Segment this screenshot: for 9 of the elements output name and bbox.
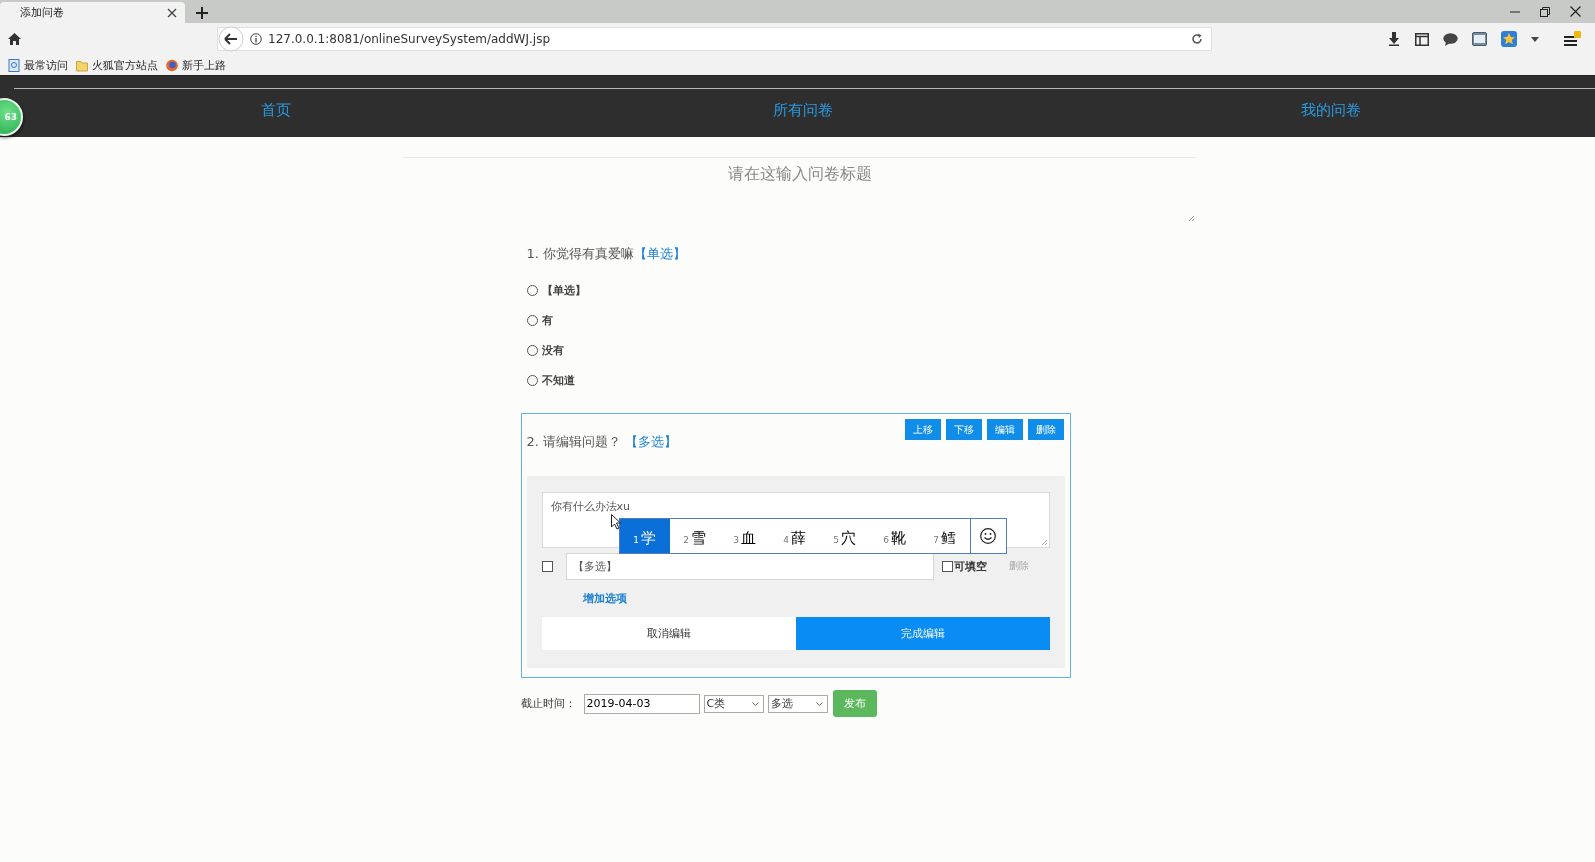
question-title: 1. 你觉得有真爱嘛【单选】 (526, 245, 688, 263)
question-title: 2. 请编辑问题？ 【多选】 (526, 433, 678, 451)
option-label: 没有 (541, 342, 564, 358)
option-label: 不知道 (541, 372, 575, 388)
deadline-label: 截止时间： (520, 696, 576, 711)
option-label: 【单选】 (541, 282, 586, 298)
url-text: 127.0.0.1:8081/onlineSurveySystem/addWJ.jsp (268, 32, 551, 46)
checkbox-label: 可填空 (953, 558, 987, 574)
option-label: 有 (541, 312, 553, 328)
